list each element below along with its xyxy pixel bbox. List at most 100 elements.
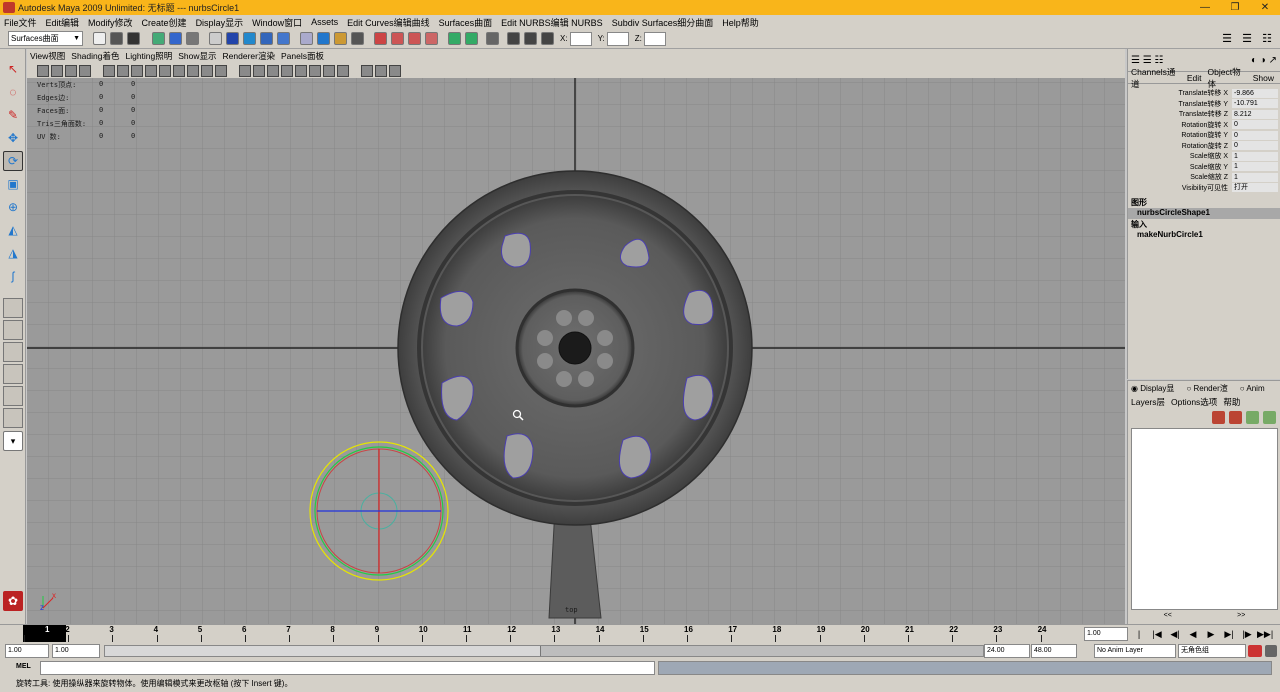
layer-menu-help[interactable]: 帮助 [1223, 396, 1240, 408]
hypershade-icon[interactable] [465, 32, 478, 45]
menu-window[interactable]: Window窗口 [252, 16, 302, 29]
time-slider-track[interactable]: 1 2 3 4 5 6 7 8 9 10 11 12 13 14 15 16 17 18 19 20 21 22 23 24 [10, 625, 1074, 643]
layer-scroll-right[interactable]: >> [1237, 612, 1245, 620]
attr-scale-z[interactable]: Scale缩放 Z1 [1128, 172, 1280, 183]
anim-end-field[interactable]: 48.00 [1031, 644, 1077, 658]
grid-toggle-icon[interactable] [103, 64, 115, 77]
go-to-end-button[interactable]: ▶▶| [1257, 627, 1273, 641]
smooth-shade-icon[interactable] [131, 64, 143, 77]
all-lights-icon[interactable] [323, 64, 335, 77]
range-handle[interactable] [105, 646, 541, 656]
menu-set-select[interactable]: Surfaces曲面 [8, 31, 83, 46]
universal-manip-icon[interactable]: ⊕ [3, 197, 23, 217]
layer-down-icon[interactable] [1263, 410, 1276, 424]
antialias-icon[interactable] [281, 64, 293, 77]
select-hierarchy-icon[interactable] [152, 32, 165, 45]
textured-icon[interactable] [145, 64, 157, 77]
shadows-icon[interactable] [173, 64, 185, 77]
auto-key-icon[interactable] [1248, 645, 1262, 657]
mel-label[interactable]: MEL [16, 663, 31, 670]
light-bulb-icon[interactable] [295, 64, 307, 77]
field-chart-icon[interactable] [389, 64, 401, 77]
anim-start-field[interactable]: 1.00 [5, 644, 49, 658]
menu-assets[interactable]: Assets [311, 17, 338, 27]
step-forward-key-button[interactable]: |▶ [1239, 627, 1255, 641]
close-button[interactable]: ✕ [1250, 0, 1280, 15]
scale-tool-icon[interactable]: ▣ [3, 174, 23, 194]
step-forward-frame-button[interactable]: ▶| [1221, 627, 1237, 641]
panel-menu-shading[interactable]: Shading着色 [71, 50, 119, 62]
xray-icon[interactable] [201, 64, 213, 77]
cb-menu-object[interactable]: Object物体 [1208, 66, 1247, 90]
use-lights-icon[interactable] [159, 64, 171, 77]
layer-editor-icon[interactable] [541, 32, 554, 45]
lasso-tool-icon[interactable]: ◌ [3, 82, 23, 102]
attr-rotate-x[interactable]: Rotation旋转 X0 [1128, 120, 1280, 131]
single-pane-layout-icon[interactable] [3, 298, 23, 318]
layout-menu-icon[interactable]: ▾ [3, 431, 23, 451]
channel-box-icon[interactable] [524, 32, 537, 45]
menu-edit[interactable]: Edit编辑 [46, 16, 80, 29]
select-camera-icon[interactable] [37, 64, 49, 77]
resolution-gate-icon[interactable] [361, 64, 373, 77]
menu-create[interactable]: Create创建 [142, 16, 187, 29]
step-back-frame-button[interactable]: ◀| [1167, 627, 1183, 641]
attr-rotate-z[interactable]: Rotation旋转 Z0 [1128, 141, 1280, 152]
open-scene-icon[interactable] [110, 32, 123, 45]
cb-menu-edit[interactable]: Edit [1187, 73, 1202, 83]
soft-mod-icon[interactable]: ◭ [3, 220, 23, 240]
minimize-button[interactable]: — [1190, 0, 1220, 15]
camera-attributes-icon[interactable] [51, 64, 63, 77]
layer-mode-display-radio[interactable]: ◉ Display显 [1131, 383, 1180, 394]
wireframe-icon[interactable] [117, 64, 129, 77]
attribute-editor-toggle-icon[interactable]: ☰ [1220, 32, 1234, 46]
save-scene-icon[interactable] [127, 32, 140, 45]
persp-outliner-layout-icon[interactable] [3, 364, 23, 384]
range-bar[interactable] [104, 645, 984, 657]
menu-help[interactable]: Help帮助 [722, 16, 759, 29]
new-layer-selected-icon[interactable] [1229, 410, 1242, 424]
panel-menu-view[interactable]: View视图 [30, 50, 65, 62]
ambient-occlusion-icon[interactable] [253, 64, 265, 77]
play-forwards-button[interactable]: ▶ [1203, 627, 1219, 641]
viewport-top[interactable]: z x Verts顶点: 0 0 Edges边: 0 0 Faces面: 0 0 Tris三… [27, 78, 1125, 624]
current-frame-marker[interactable]: 1 [23, 625, 66, 643]
attr-scale-y[interactable]: Scale缩放 Y1 [1128, 162, 1280, 173]
menu-surfaces[interactable]: Surfaces曲面 [439, 16, 493, 29]
layer-menu-options[interactable]: Options选项 [1171, 396, 1217, 408]
two-sided-icon[interactable] [337, 64, 349, 77]
channel-box-toggle-icon[interactable]: ☷ [1260, 32, 1274, 46]
playback-end-field[interactable]: 24.00 [984, 644, 1030, 658]
construction-history-icon[interactable] [374, 32, 387, 45]
tool-settings-toggle-icon[interactable]: ☰ [1240, 32, 1254, 46]
anim-layer-select[interactable]: No Anim Layer [1094, 644, 1176, 658]
channel-box-layout-icon[interactable]: ☰ ☰ ☷ [1131, 55, 1163, 66]
attribute-editor-icon[interactable] [486, 32, 499, 45]
show-manip-icon[interactable]: ◮ [3, 243, 23, 263]
menu-display[interactable]: Display显示 [196, 16, 244, 29]
motion-blur-icon[interactable] [267, 64, 279, 77]
shape-node-item[interactable]: nurbsCircleShape1 [1128, 208, 1280, 219]
snap-plane-icon[interactable] [351, 32, 364, 45]
panel-menu-panels[interactable]: Panels面板 [281, 50, 324, 62]
attr-rotate-y[interactable]: Rotation旋转 Y0 [1128, 130, 1280, 141]
anim-prefs-icon[interactable] [1265, 645, 1277, 657]
menu-edit-nurbs[interactable]: Edit NURBS编辑 NURBS [501, 16, 603, 29]
select-component-icon[interactable] [186, 32, 199, 45]
y-field[interactable] [606, 31, 629, 46]
bookmarks-icon[interactable] [65, 64, 77, 77]
render-settings-icon[interactable] [425, 32, 438, 45]
channel-box-options-icon[interactable]: ◐ ◑ ↗ [1251, 55, 1277, 66]
command-input[interactable] [40, 661, 655, 675]
menu-edit-curves[interactable]: Edit Curves编辑曲线 [347, 16, 430, 29]
select-object-icon[interactable] [169, 32, 182, 45]
time-slider[interactable]: 1 2 3 4 5 6 7 8 9 10 11 12 13 14 15 16 17 18 19 20 21 22 23 24… [0, 624, 1280, 653]
select-tool-icon[interactable]: ↖ [3, 59, 23, 79]
xray-joints-icon[interactable] [215, 64, 227, 77]
input-node-item[interactable]: makeNurbCircle1 [1128, 230, 1280, 241]
hi-quality-icon[interactable] [239, 64, 251, 77]
isolate-select-icon[interactable] [187, 64, 199, 77]
new-empty-layer-icon[interactable] [1212, 410, 1225, 424]
layer-list[interactable] [1131, 428, 1278, 610]
tool-settings-icon[interactable] [507, 32, 520, 45]
